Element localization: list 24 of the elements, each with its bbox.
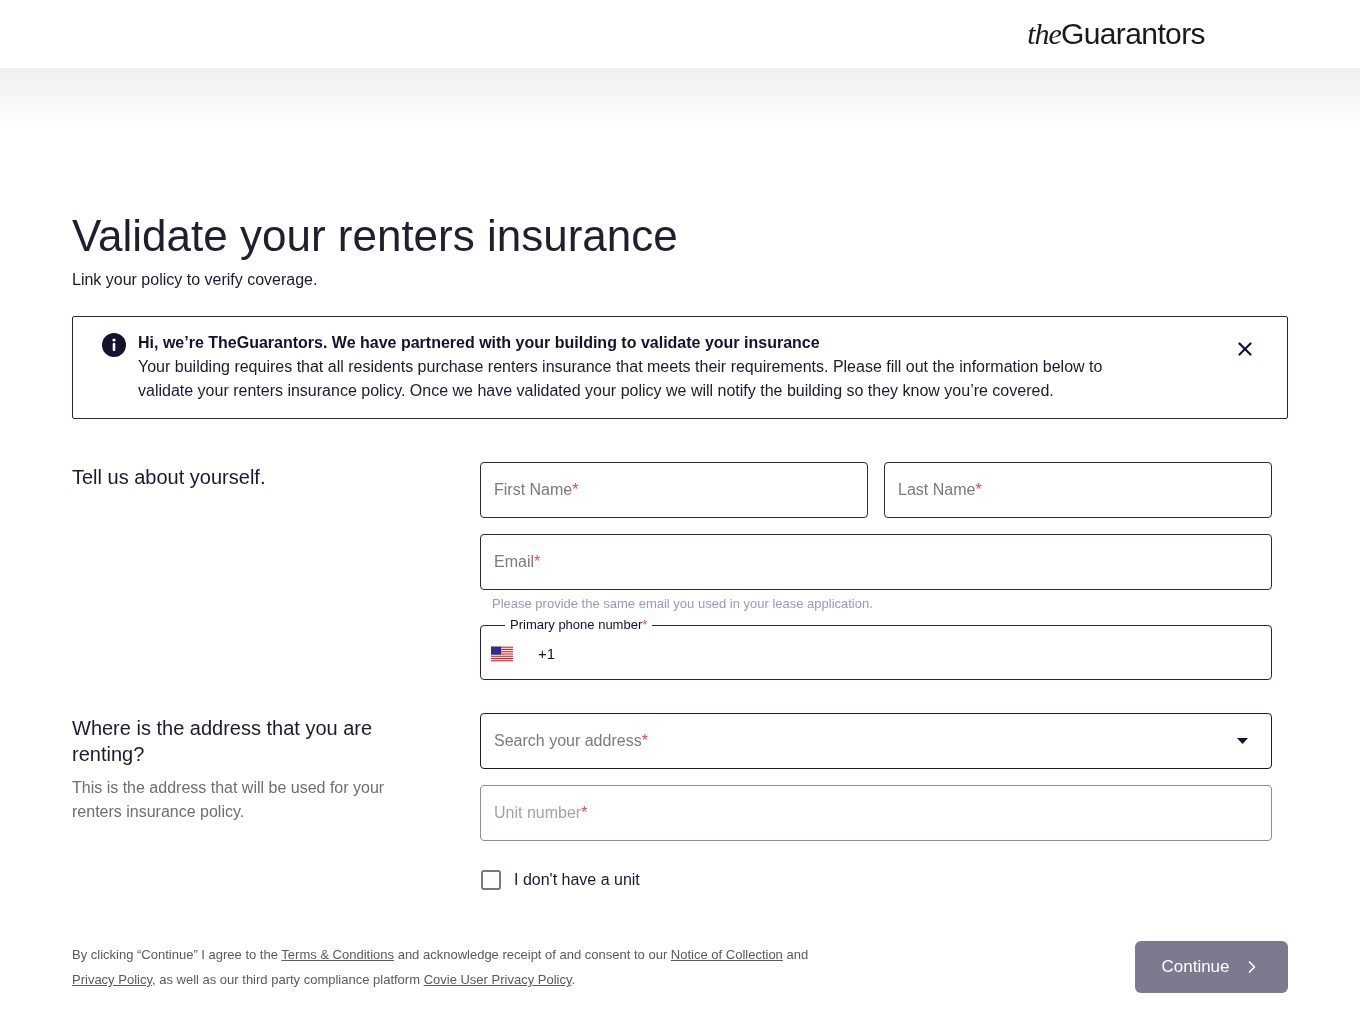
- alert-text: Your building requires that all residents purchase renters insurance that meets their requirements. Please fill out the information below to validate your renters insurance policy. Once we have validated your policy we will notify the building so they know you’re covered.: [138, 357, 1104, 401]
- section-heading: Tell us about yourself.: [72, 465, 267, 490]
- brand-logo[interactable]: theGuarantors: [1027, 16, 1205, 52]
- consent-link[interactable]: Privacy Policy: [72, 972, 152, 987]
- consent-link[interactable]: Notice of Collection: [670, 947, 783, 962]
- caret-icon: [1237, 738, 1248, 744]
- consent-text: By clicking “Continue” I agree to the Terms & Conditions and acknowledge receipt of and consent to our Notice of Collection and Privacy Policy, as well as our third party compliance platform Covie User Privacy Policy.: [72, 946, 810, 989]
- email-helper-text: Please provide the same email you used in your lease application.: [492, 596, 874, 612]
- page-title: Validate your renters insurance: [72, 210, 679, 262]
- section-description: This is the address that will be used for your renters insurance policy.: [72, 778, 386, 822]
- checkbox[interactable]: [481, 870, 501, 890]
- consent-link[interactable]: Terms & Conditions: [281, 947, 395, 962]
- address-search-select[interactable]: Search your address*: [480, 713, 1272, 769]
- us-flag-icon: [491, 646, 513, 662]
- dial-code: +1: [538, 644, 556, 664]
- phone-field[interactable]: Primary phone number* +1: [480, 618, 1272, 680]
- email-field[interactable]: Email*: [480, 534, 1272, 590]
- section-heading: Where is the address that you are renting?: [72, 716, 374, 767]
- last-name-field[interactable]: Last Name*: [884, 462, 1272, 518]
- checkbox-label: I don't have a unit: [514, 870, 640, 890]
- page-subtitle: Link your policy to verify coverage.: [72, 270, 319, 290]
- first-name-field[interactable]: First Name*: [480, 462, 868, 518]
- info-icon: [102, 333, 126, 357]
- alert-title: Hi, we’re TheGuarantors. We have partnered with your building to validate your insurance: [138, 333, 821, 353]
